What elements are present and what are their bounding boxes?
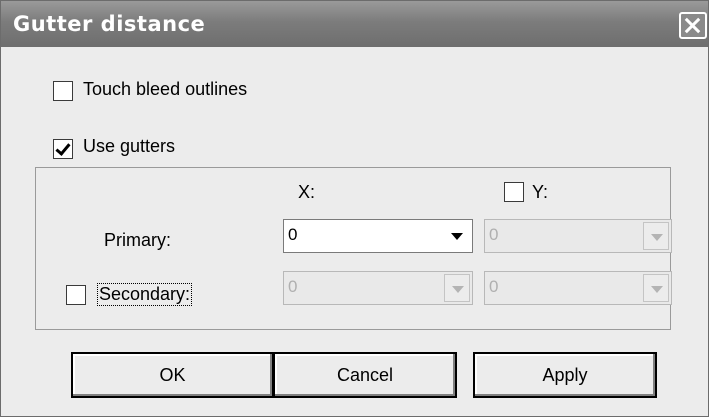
primary-y-value: 0 bbox=[489, 225, 499, 244]
dialog-title: Gutter distance bbox=[13, 12, 206, 36]
ok-button[interactable]: OK bbox=[71, 352, 274, 398]
primary-x-value: 0 bbox=[288, 225, 298, 244]
y-checkbox[interactable] bbox=[504, 182, 524, 202]
title-bar: Gutter distance bbox=[1, 1, 708, 47]
primary-x-combo[interactable]: 0 bbox=[283, 219, 473, 253]
primary-label: Primary: bbox=[104, 230, 171, 250]
chevron-down-icon[interactable] bbox=[444, 274, 470, 302]
secondary-y-combo[interactable]: 0 bbox=[484, 271, 672, 305]
x-column-label: X: bbox=[298, 182, 316, 202]
touch-bleed-checkbox[interactable] bbox=[53, 81, 73, 101]
chevron-down-icon[interactable] bbox=[643, 222, 669, 250]
secondary-x-combo[interactable]: 0 bbox=[283, 271, 473, 305]
chevron-down-icon[interactable] bbox=[643, 274, 669, 302]
apply-button[interactable]: Apply bbox=[473, 352, 657, 398]
dialog-window: Gutter distance Touch bleed outlines Use… bbox=[0, 0, 709, 417]
cancel-button[interactable]: Cancel bbox=[273, 352, 457, 398]
primary-y-combo[interactable]: 0 bbox=[484, 219, 672, 253]
close-icon[interactable] bbox=[679, 12, 707, 39]
y-column-label[interactable]: Y: bbox=[532, 182, 548, 203]
chevron-down-icon[interactable] bbox=[444, 222, 470, 250]
secondary-x-value: 0 bbox=[288, 277, 298, 296]
use-gutters-label[interactable]: Use gutters bbox=[83, 136, 175, 157]
secondary-label[interactable]: Secondary: bbox=[97, 283, 193, 306]
touch-bleed-label[interactable]: Touch bleed outlines bbox=[83, 79, 247, 100]
secondary-checkbox[interactable] bbox=[66, 285, 86, 305]
use-gutters-checkbox[interactable] bbox=[53, 139, 73, 159]
secondary-y-value: 0 bbox=[489, 277, 499, 296]
